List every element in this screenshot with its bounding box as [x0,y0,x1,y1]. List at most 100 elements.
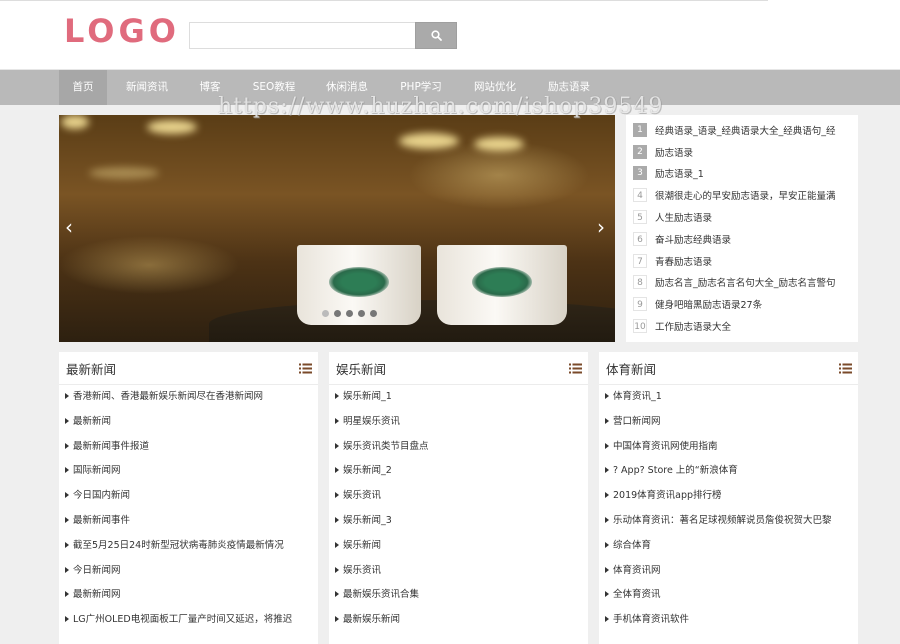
slider-dot[interactable] [322,310,329,317]
ranking-title[interactable]: 人生励志语录 [655,210,712,224]
list-item[interactable]: 截至5月25日24时新型冠状病毒肺炎疫情最新情况 [65,534,318,559]
list-item[interactable]: 综合体育 [605,534,858,559]
list-icon[interactable] [569,363,582,374]
nav-item-quotes[interactable]: 励志语录 [538,70,600,105]
news-link[interactable]: 娱乐新闻_1 [343,391,392,402]
list-item[interactable]: ? App? Store 上的“新浪体育 [605,459,858,484]
news-link[interactable]: 娱乐资讯类节目盘点 [343,441,429,452]
ranking-item[interactable]: 8 励志名言_励志名言名句大全_励志名言警句 [626,272,858,294]
ranking-title[interactable]: 励志语录 [655,145,693,159]
list-item[interactable]: 最新娱乐资讯合集 [335,583,588,608]
news-link[interactable]: 国际新闻网 [73,465,121,476]
ranking-title[interactable]: 工作励志语录大全 [655,319,731,333]
slider-dot[interactable] [358,310,365,317]
list-item[interactable]: 2019体育资讯app排行榜 [605,484,858,509]
list-item[interactable]: 娱乐资讯 [335,559,588,584]
list-item[interactable]: 最新新闻 [65,410,318,435]
nav-item-seo[interactable]: SEO教程 [244,70,304,105]
ranking-title[interactable]: 青春励志语录 [655,254,712,268]
news-link[interactable]: 手机体育资讯软件 [613,614,689,625]
slider-dot[interactable] [346,310,353,317]
slider-dot[interactable] [370,310,377,317]
nav-item-php[interactable]: PHP学习 [390,70,452,105]
list-item[interactable]: 最新新闻事件 [65,509,318,534]
list-item[interactable]: 最新新闻事件报道 [65,435,318,460]
list-item[interactable]: 国际新闻网 [65,459,318,484]
news-link[interactable]: ? App? Store 上的“新浪体育 [613,465,738,476]
list-item[interactable]: 乐动体育资讯：著名足球视频解说员詹俊祝贺大巴黎 [605,509,858,534]
ranking-item[interactable]: 7 青春励志语录 [626,250,858,272]
news-link[interactable]: LG广州OLED电视面板工厂量产时间又延迟，将推迟 [73,614,292,625]
list-item[interactable]: 体育资讯网 [605,559,858,584]
ranking-item[interactable]: 10 工作励志语录大全 [626,315,858,337]
nav-item-blog[interactable]: 博客 [190,70,230,105]
ranking-item[interactable]: 5 人生励志语录 [626,206,858,228]
list-item[interactable]: 娱乐新闻_2 [335,459,588,484]
ranking-item[interactable]: 6 奋斗励志经典语录 [626,228,858,250]
list-item[interactable]: LG广州OLED电视面板工厂量产时间又延迟，将推迟 [65,608,318,633]
list-icon[interactable] [299,363,312,374]
list-item[interactable]: 体育资讯_1 [605,385,858,410]
slider-dot[interactable] [334,310,341,317]
list-item[interactable]: 娱乐新闻_1 [335,385,588,410]
list-item[interactable]: 娱乐新闻_3 [335,509,588,534]
ranking-item[interactable]: 4 很潮很走心的早安励志语录，早安正能量满 [626,184,858,206]
list-item[interactable]: 娱乐资讯 [335,484,588,509]
nav-item-leisure[interactable]: 休闲消息 [316,70,378,105]
ranking-title[interactable]: 健身吧暗黑励志语录27条 [655,297,762,311]
list-item[interactable]: 今日新闻网 [65,559,318,584]
list-item[interactable]: 娱乐资讯类节目盘点 [335,435,588,460]
ranking-item[interactable]: 9 健身吧暗黑励志语录27条 [626,293,858,315]
image-slider[interactable]: ‹ › [59,115,615,342]
news-link[interactable]: 营口新闻网 [613,416,661,427]
news-link[interactable]: 体育资讯网 [613,565,661,576]
news-link[interactable]: 今日国内新闻 [73,490,130,501]
ranking-item[interactable]: 1 经典语录_语录_经典语录大全_经典语句_经 [626,119,858,141]
news-link[interactable]: 2019体育资讯app排行榜 [613,490,722,501]
news-link[interactable]: 最新新闻事件 [73,515,130,526]
list-item[interactable]: 最新娱乐新闻 [335,608,588,633]
ranking-title[interactable]: 励志语录_1 [655,166,704,180]
list-item[interactable]: 营口新闻网 [605,410,858,435]
search-button[interactable] [415,22,457,49]
site-logo[interactable]: LOGO [64,12,180,50]
news-link[interactable]: 最新娱乐新闻 [343,614,400,625]
news-link[interactable]: 明星娱乐资讯 [343,416,400,427]
list-item[interactable]: 今日国内新闻 [65,484,318,509]
news-link[interactable]: 最新新闻 [73,416,111,427]
news-link[interactable]: 娱乐新闻 [343,540,381,551]
list-item[interactable]: 全体育资讯 [605,583,858,608]
news-link[interactable]: 截至5月25日24时新型冠状病毒肺炎疫情最新情况 [73,540,284,551]
news-link[interactable]: 娱乐新闻_3 [343,515,392,526]
nav-item-news[interactable]: 新闻资讯 [116,70,178,105]
list-item[interactable]: 明星娱乐资讯 [335,410,588,435]
slider-prev-arrow[interactable]: ‹ [65,215,73,239]
news-link[interactable]: 香港新闻、香港最新娱乐新闻尽在香港新闻网 [73,391,263,402]
nav-item-optimization[interactable]: 网站优化 [464,70,526,105]
list-item[interactable]: 香港新闻、香港最新娱乐新闻尽在香港新闻网 [65,385,318,410]
news-link[interactable]: 中国体育资讯网使用指南 [613,441,718,452]
news-link[interactable]: 娱乐资讯 [343,490,381,501]
slider-next-arrow[interactable]: › [597,215,605,239]
ranking-title[interactable]: 很潮很走心的早安励志语录，早安正能量满 [655,188,836,202]
news-link[interactable]: 娱乐新闻_2 [343,465,392,476]
news-link[interactable]: 最新娱乐资讯合集 [343,589,419,600]
search-input[interactable] [189,22,416,49]
ranking-title[interactable]: 经典语录_语录_经典语录大全_经典语句_经 [655,123,836,137]
list-item[interactable]: 手机体育资讯软件 [605,608,858,633]
news-link[interactable]: 最新新闻网 [73,589,121,600]
news-link[interactable]: 综合体育 [613,540,651,551]
news-link[interactable]: 今日新闻网 [73,565,121,576]
ranking-item[interactable]: 3 励志语录_1 [626,163,858,185]
list-icon[interactable] [839,363,852,374]
list-item[interactable]: 娱乐新闻 [335,534,588,559]
ranking-item[interactable]: 2 励志语录 [626,141,858,163]
news-link[interactable]: 娱乐资讯 [343,565,381,576]
news-link[interactable]: 乐动体育资讯：著名足球视频解说员詹俊祝贺大巴黎 [613,515,832,526]
ranking-title[interactable]: 励志名言_励志名言名句大全_励志名言警句 [655,275,836,289]
news-link[interactable]: 全体育资讯 [613,589,661,600]
list-item[interactable]: 最新新闻网 [65,583,318,608]
list-item[interactable]: 中国体育资讯网使用指南 [605,435,858,460]
news-link[interactable]: 体育资讯_1 [613,391,662,402]
ranking-title[interactable]: 奋斗励志经典语录 [655,232,731,246]
